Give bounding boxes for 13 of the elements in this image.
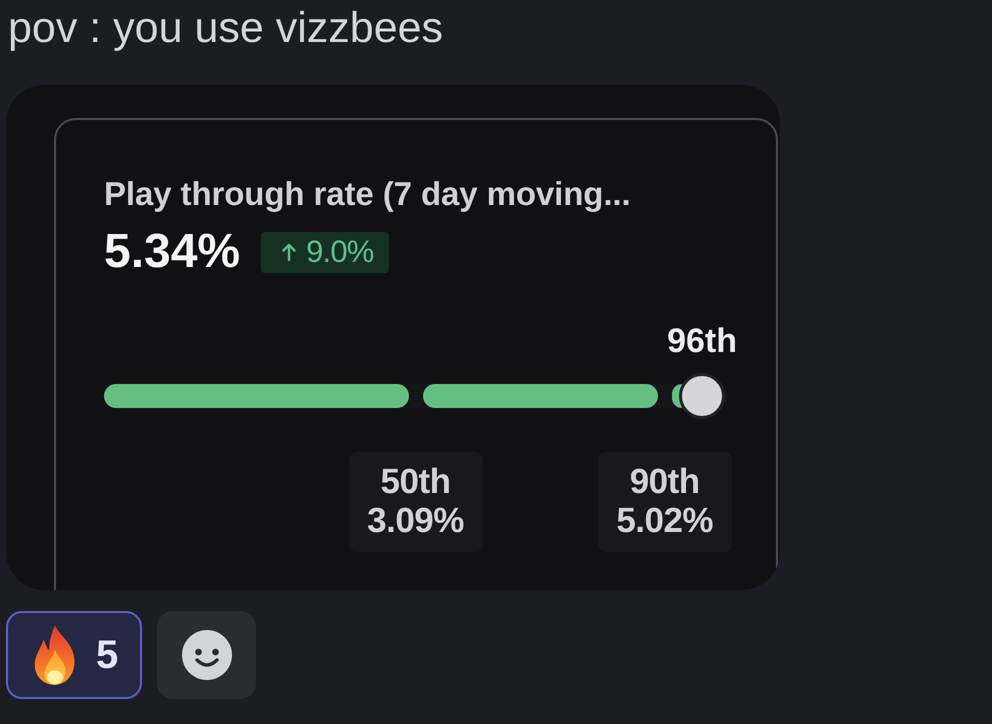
message-text: pov : you use vizzbees bbox=[7, 3, 444, 53]
change-text: 9.0% bbox=[306, 235, 374, 269]
benchmark-label: 90th bbox=[630, 462, 700, 501]
arrow-up-icon bbox=[281, 243, 298, 261]
percentile-label: 96th bbox=[667, 322, 738, 360]
metric-value: 5.34% bbox=[104, 225, 240, 279]
benchmark-value: 5.02% bbox=[616, 501, 714, 540]
reaction-button[interactable]: 5 bbox=[6, 611, 142, 699]
add-reaction-button[interactable] bbox=[157, 611, 256, 699]
benchmark-label: 50th bbox=[380, 462, 450, 501]
metric-title: Play through rate (7 day moving... bbox=[104, 175, 631, 213]
smiley-icon bbox=[182, 630, 232, 680]
benchmark-value: 3.09% bbox=[367, 501, 464, 540]
